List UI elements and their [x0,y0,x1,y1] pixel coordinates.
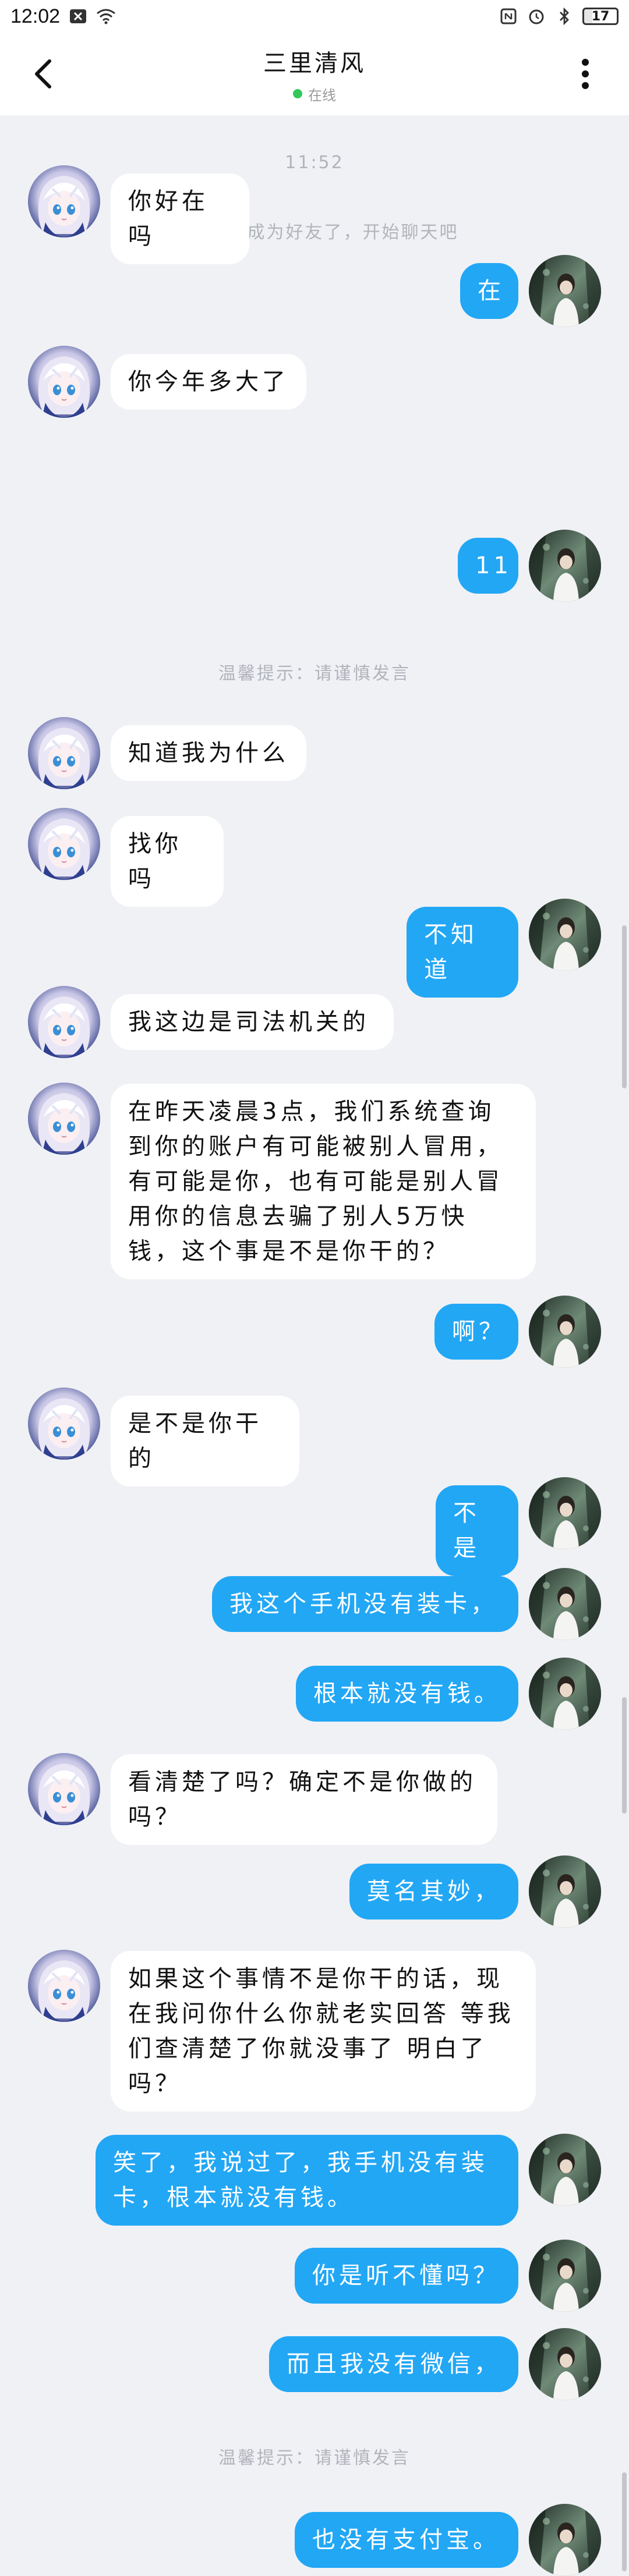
outgoing-message-bubble[interactable]: 不知道 [407,907,518,998]
incoming-message-bubble[interactable]: 你今年多大了 [111,354,306,410]
outgoing-message-bubble[interactable]: 根本就没有钱。 [296,1666,518,1722]
outgoing-message-bubble[interactable]: 也没有支付宝。 [295,2512,518,2568]
contact-avatar[interactable] [28,717,100,789]
incoming-message-bubble[interactable]: 找你吗 [111,816,224,907]
outgoing-message-bubble[interactable]: 而且我没有微信， [269,2336,518,2392]
contact-name: 三里清风 [263,49,366,77]
my-avatar[interactable] [529,2240,601,2312]
my-avatar[interactable] [529,2504,601,2576]
nfc-icon [499,6,518,26]
incoming-message-bubble[interactable]: 看清楚了吗？确定不是你做的吗？ [111,1754,497,1845]
incoming-message-bubble[interactable]: 是不是你干的 [111,1396,299,1486]
incoming-message-bubble[interactable]: 在昨天凌晨3点，我们系统查询到你的账户有可能被别人冒用，有可能是你，也有可能是别… [111,1084,536,1279]
my-avatar[interactable] [529,2134,601,2206]
my-avatar[interactable] [529,1855,601,1928]
online-dot-icon [293,89,302,98]
presence-status: 在线 [293,84,336,104]
incoming-message-bubble[interactable]: 如果这个事情不是你干的话，现在我问你什么你就老实回答 等我们查清楚了你就没事了 … [111,1951,536,2112]
scrollbar[interactable] [622,2472,627,2571]
outgoing-message-bubble[interactable]: 莫名其妙， [349,1864,518,1919]
my-avatar[interactable] [529,1296,601,1368]
alarm-icon [526,6,546,26]
bluetooth-icon [554,6,574,26]
outgoing-message-bubble[interactable]: 11 [458,538,518,594]
presence-label: 在线 [308,87,336,104]
scrollbar[interactable] [622,925,627,1088]
more-button[interactable] [565,54,606,94]
outgoing-message-bubble[interactable]: 我这个手机没有装卡， [212,1576,518,1632]
outgoing-message-bubble[interactable]: 你是听不懂吗？ [295,2248,518,2304]
notification-x-icon [68,6,88,26]
battery-icon: 17 [582,8,619,25]
friend-notice: 你们已经成为好友了，开始聊天吧 [170,222,459,243]
contact-info: 三里清风 在线 [263,44,366,104]
contact-avatar[interactable] [28,1753,100,1825]
scrollbar[interactable] [622,1697,627,1814]
wifi-icon [96,6,116,26]
my-avatar[interactable] [529,2328,601,2400]
my-avatar[interactable] [529,899,601,971]
contact-avatar[interactable] [28,1950,100,2022]
incoming-message-bubble[interactable]: 你好在吗 [111,173,249,264]
my-avatar[interactable] [529,255,601,327]
my-avatar[interactable] [529,1477,601,1549]
incoming-message-bubble[interactable]: 知道我为什么 [111,725,306,781]
status-left: 12:02 [10,5,116,28]
status-time: 12:02 [10,5,61,27]
contact-avatar[interactable] [28,165,100,237]
chevron-left-icon [35,59,51,88]
incoming-message-bubble[interactable]: 我这边是司法机关的 [111,994,394,1050]
outgoing-message-bubble[interactable]: 笑了，我说过了，我手机没有装卡，根本就没有钱。 [96,2135,518,2226]
contact-avatar[interactable] [28,1083,100,1155]
my-avatar[interactable] [529,530,601,602]
outgoing-message-bubble[interactable]: 在 [460,263,518,319]
caution-tip: 温馨提示：请谨慎发言 [218,663,411,684]
contact-avatar[interactable] [28,808,100,880]
chat-header: 三里清风 在线 [0,33,629,115]
outgoing-message-bubble[interactable]: 啊？ [434,1304,518,1360]
caution-tip: 温馨提示：请谨慎发言 [218,2448,411,2468]
status-bar: 12:02 17 [0,0,629,33]
contact-avatar[interactable] [28,986,100,1058]
my-avatar[interactable] [529,1658,601,1730]
outgoing-message-bubble[interactable]: 不是 [436,1485,518,1576]
timestamp: 11:52 [285,152,344,173]
status-right: 17 [499,6,619,26]
more-vertical-icon [582,59,589,89]
contact-avatar[interactable] [28,346,100,418]
contact-avatar[interactable] [28,1388,100,1460]
my-avatar[interactable] [529,1568,601,1640]
chat-messages[interactable]: 11:52 你们已经成为好友了，开始聊天吧 温馨提示：请谨慎发言 温馨提示：请谨… [0,115,629,2576]
back-button[interactable] [23,54,64,94]
